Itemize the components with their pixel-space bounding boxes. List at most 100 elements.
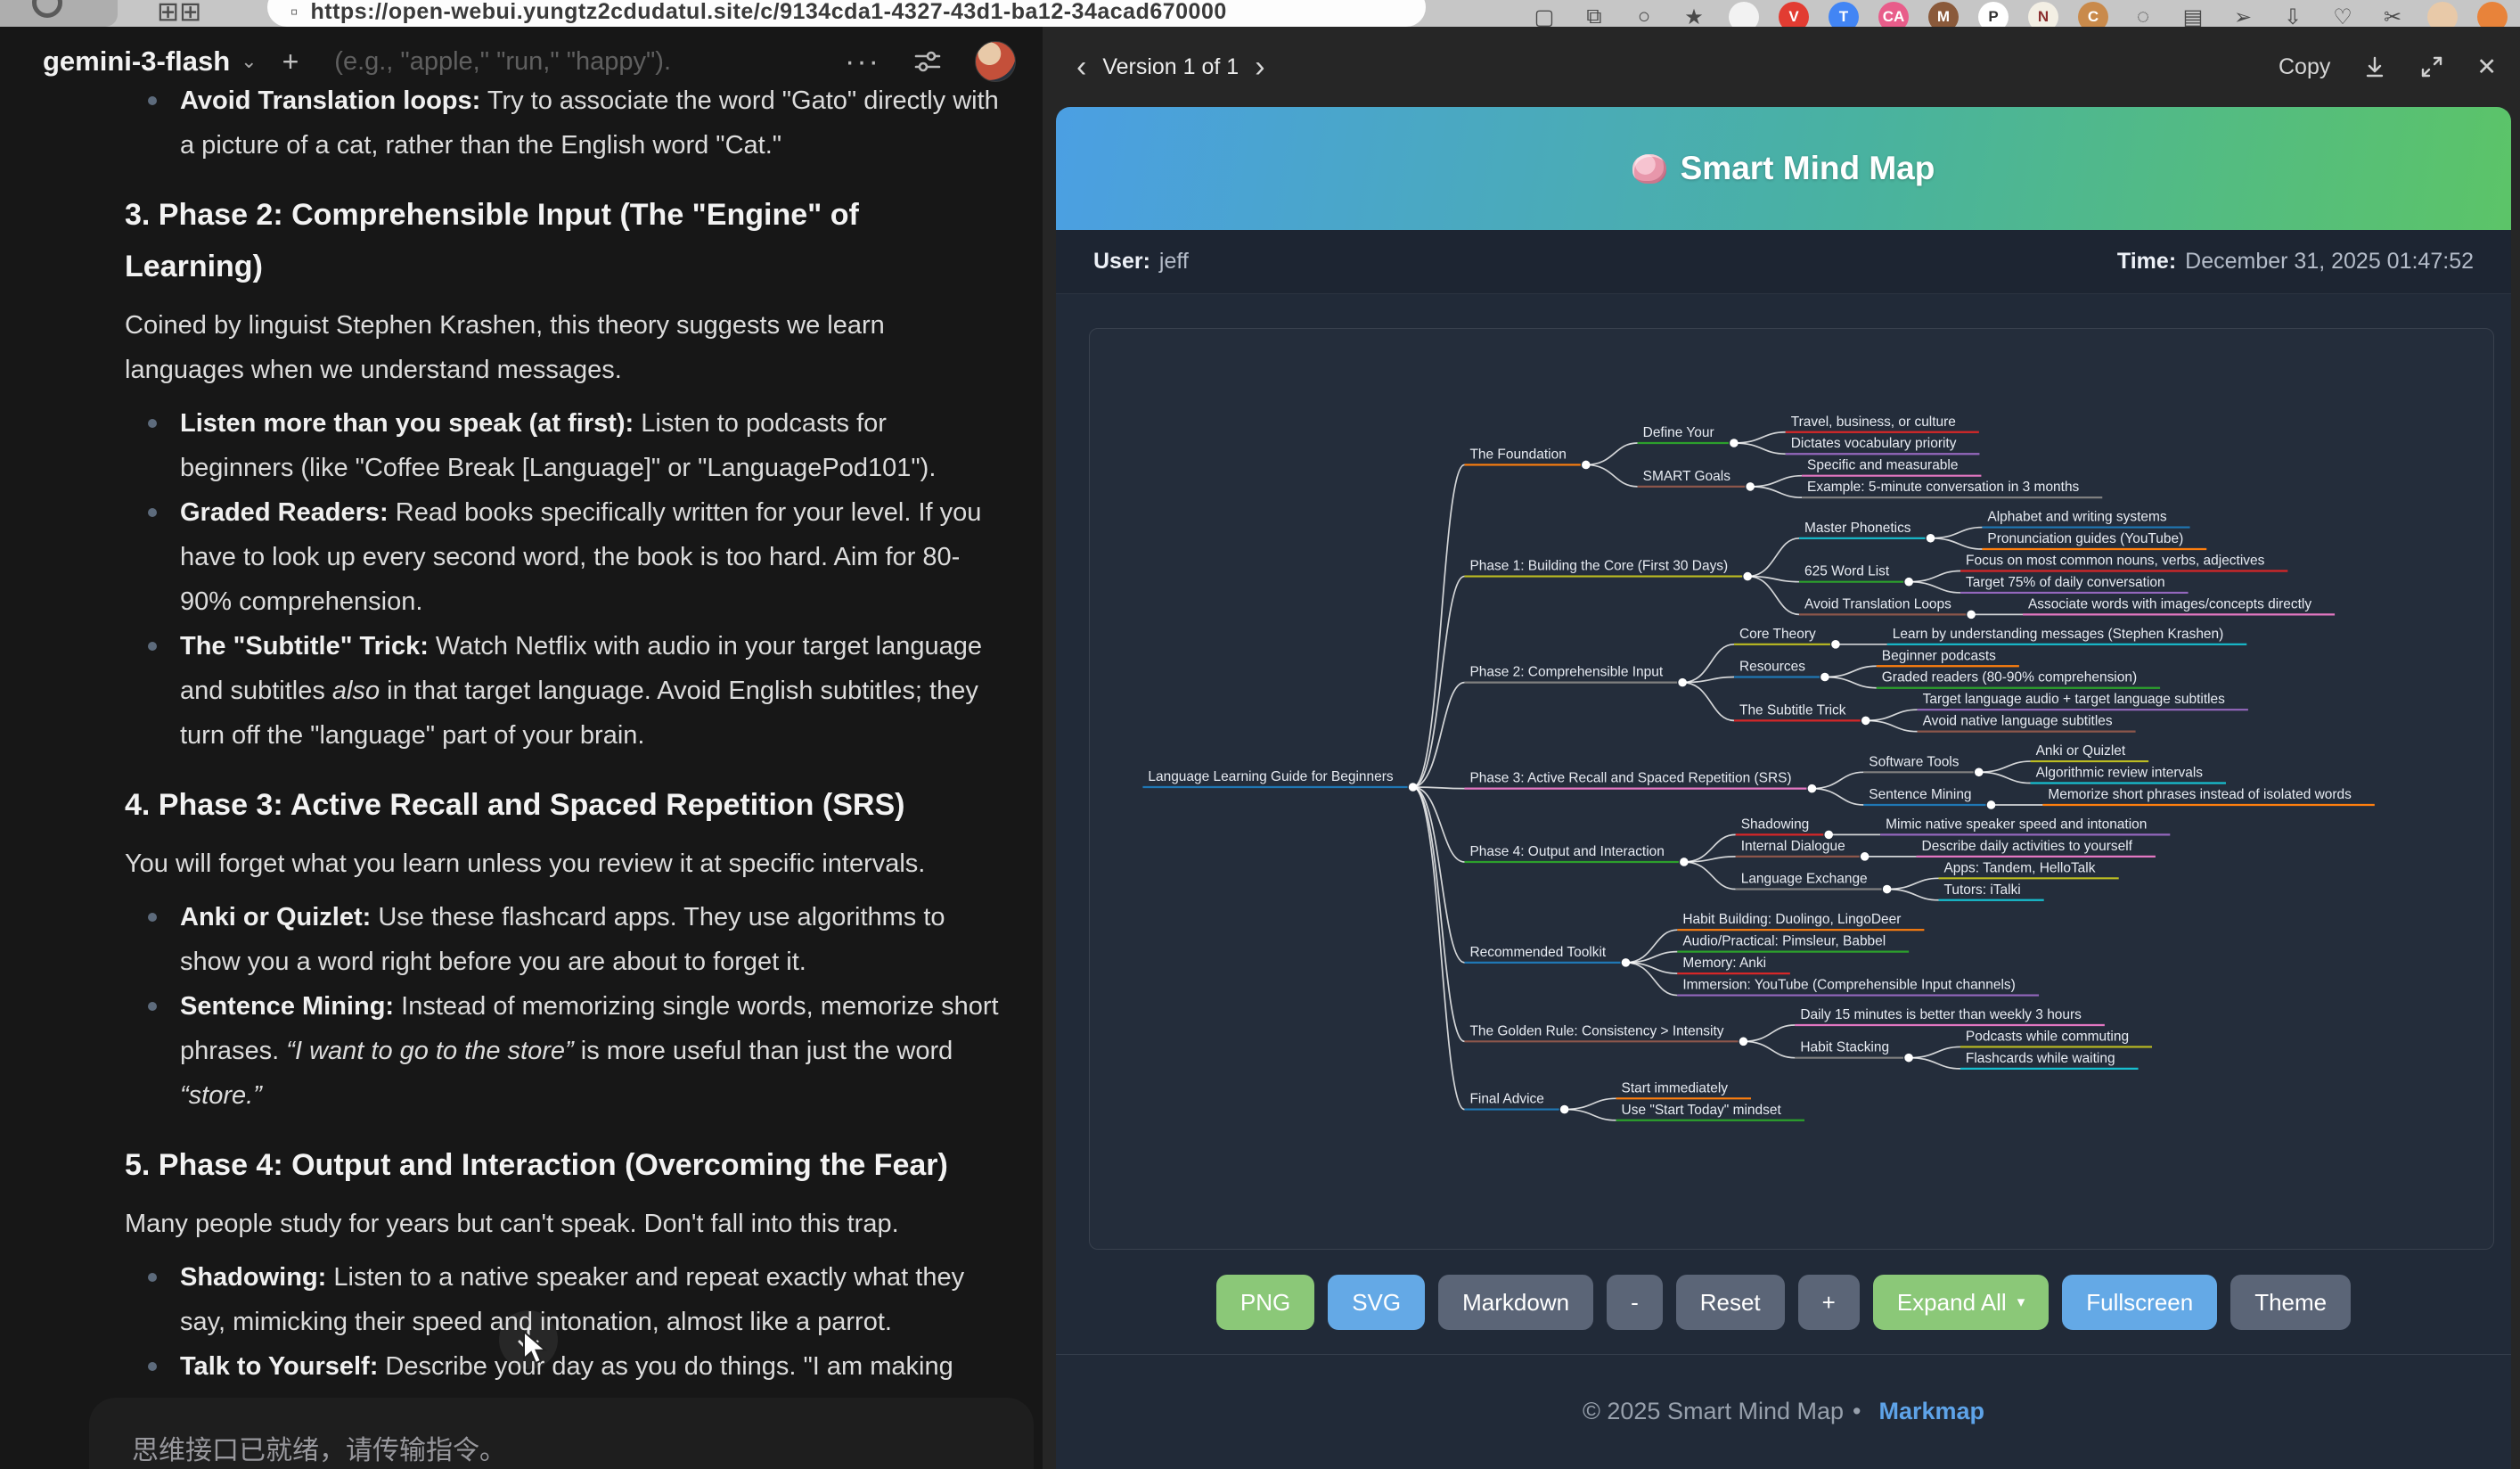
mindmap-toggle-circle[interactable]	[1904, 578, 1913, 587]
bullet-item: Sentence Mining: Instead of memorizing s…	[125, 984, 1002, 1118]
text-segment: Talk to Yourself:	[180, 1352, 378, 1381]
mindmap-toggle-circle[interactable]	[1622, 958, 1631, 967]
fullscreen-button[interactable]: Fullscreen	[2062, 1275, 2217, 1330]
v-extension-icon[interactable]: V	[1779, 2, 1809, 27]
mindmap-toggle-circle[interactable]	[1861, 852, 1870, 861]
close-icon[interactable]: ✕	[2476, 53, 2497, 81]
mindmap-toggle-circle[interactable]	[1883, 885, 1892, 894]
--button[interactable]: -	[1607, 1275, 1663, 1330]
png-button[interactable]: PNG	[1216, 1275, 1314, 1330]
mindmap-node-label: Travel, business, or culture	[1791, 414, 1956, 430]
mindmap-node-label: Mimic native speaker speed and intonatio…	[1886, 817, 2147, 832]
chat-header: gemini-3-flash ⌄ + (e.g., "apple," "run,…	[0, 27, 1043, 96]
ghost-extension-icon[interactable]: ◌	[2128, 2, 2158, 27]
ca-extension-icon[interactable]: CA	[1878, 2, 1909, 27]
bullet-dot	[148, 913, 157, 922]
mindmap-node-label: Master Phonetics	[1804, 521, 1911, 536]
share-icon[interactable]: ⧉	[1579, 2, 1609, 27]
mindmap-node-label: Apps: Tandem, HelloTalk	[1944, 860, 2096, 875]
url-text[interactable]: https://open-webui.yungtz2cdudatul.site/…	[311, 0, 1227, 25]
previous-version-button[interactable]: ‹	[1066, 50, 1097, 85]
mindmap-node-label: Use "Start Today" mindset	[1622, 1103, 1782, 1118]
search-icon[interactable]: ○	[1629, 2, 1659, 27]
scissors-extension-icon[interactable]: ✂	[2377, 2, 2408, 27]
heart-extension-icon[interactable]: ♡	[2328, 2, 2358, 27]
mindmap-toggle-circle[interactable]	[1831, 640, 1840, 649]
expand-all-button[interactable]: Expand All▾	[1873, 1275, 2049, 1330]
profile-avatar-icon[interactable]	[2427, 2, 2458, 27]
footer-copyright: © 2025 Smart Mind Map	[1583, 1398, 1844, 1424]
mindmap-node-label: Associate words with images/concepts dir…	[2028, 596, 2311, 611]
screenshot-stage: ⊞⊞ ▫ https://open-webui.yungtz2cdudatul.…	[0, 0, 2520, 1469]
mindmap-node-label: Target language audio + target language …	[1923, 692, 2226, 707]
address-bar[interactable]: ▫ https://open-webui.yungtz2cdudatul.sit…	[267, 0, 1426, 27]
mindmap-toggle-circle[interactable]	[1739, 1038, 1748, 1046]
bullet-item: Listen more than you speak (at first): L…	[125, 401, 1002, 490]
flame-extension-icon[interactable]	[2477, 2, 2508, 27]
time-label: Time:	[2117, 249, 2176, 275]
mask-extension-icon[interactable]	[1729, 2, 1759, 27]
mindmap-card: Smart Mind Map User: jeff Time: December…	[1056, 107, 2511, 1469]
copy-button[interactable]: Copy	[2279, 54, 2330, 80]
fullscreen-expand-icon[interactable]	[2419, 54, 2444, 79]
new-chat-button[interactable]: +	[282, 45, 299, 78]
mindmap-link	[1743, 1025, 1795, 1041]
sidepanel-icon[interactable]: ▤	[2178, 2, 2208, 27]
bookmark-star-icon[interactable]: ★	[1679, 2, 1709, 27]
bullet-item: Anki or Quizlet: Use these flashcard app…	[125, 895, 1002, 984]
mindmap-toggle-circle[interactable]	[1967, 611, 1976, 620]
text-segment: “store.”	[180, 1081, 262, 1110]
panda-extension-icon[interactable]: P	[1978, 2, 2009, 27]
translate-extension-icon[interactable]: T	[1829, 2, 1859, 27]
chevron-down-icon[interactable]: ⌄	[241, 50, 257, 73]
mindmap-toggle-circle[interactable]	[1680, 858, 1689, 866]
svg-button[interactable]: SVG	[1328, 1275, 1425, 1330]
mindmap-toggle-circle[interactable]	[1746, 482, 1755, 491]
more-options-icon[interactable]: ···	[845, 45, 880, 79]
mindmap-toggle-circle[interactable]	[1904, 1054, 1913, 1063]
mindmap-toggle-circle[interactable]	[1582, 461, 1591, 470]
controls-sliders-icon[interactable]	[912, 46, 943, 77]
--button[interactable]: +	[1798, 1275, 1860, 1330]
reset-button[interactable]: Reset	[1676, 1275, 1785, 1330]
user-avatar[interactable]	[975, 41, 1016, 82]
mindmap-toggle-circle[interactable]	[1678, 678, 1687, 687]
button-label: SVG	[1352, 1289, 1401, 1317]
mindmap-link	[1413, 577, 1465, 787]
mindmap-link	[1682, 683, 1734, 721]
mindmap-toggle-circle[interactable]	[1808, 784, 1817, 793]
chat-input[interactable]: 思维接口已就绪，请传输指令。	[89, 1398, 1034, 1469]
paragraph: Coined by linguist Stephen Krashen, this…	[125, 303, 1002, 392]
next-version-button[interactable]: ›	[1244, 50, 1275, 85]
button-label: Reset	[1700, 1289, 1761, 1317]
markdown-button[interactable]: Markdown	[1438, 1275, 1593, 1330]
mindmap-toggle-circle[interactable]	[1975, 767, 1984, 776]
mindmap-node-label: Phase 2: Comprehensible Input	[1469, 665, 1663, 680]
cookie-extension-icon[interactable]: C	[2078, 2, 2108, 27]
pointer-icon[interactable]: ➢	[2228, 2, 2258, 27]
mindmap-toggle-circle[interactable]	[1987, 800, 1996, 809]
download-icon[interactable]	[2362, 54, 2387, 79]
notebook-extension-icon[interactable]: N	[2028, 2, 2058, 27]
model-selector[interactable]: gemini-3-flash	[43, 45, 230, 78]
mindmap-toggle-circle[interactable]	[1730, 439, 1739, 447]
mindmap-toggle-circle[interactable]	[1743, 572, 1752, 581]
split-view-icon[interactable]: ▢	[1529, 2, 1559, 27]
theme-button[interactable]: Theme	[2230, 1275, 2351, 1330]
mindmap-canvas[interactable]: Language Learning Guide for BeginnersThe…	[1089, 328, 2494, 1250]
mindmap-link	[1825, 666, 1877, 677]
mindmap-toggle-circle[interactable]	[1927, 534, 1935, 543]
mindmap-svg[interactable]: Language Learning Guide for BeginnersThe…	[1090, 329, 2493, 1249]
card-footer: © 2025 Smart Mind Map•Markmap	[1056, 1398, 2511, 1425]
monkey-extension-icon[interactable]: M	[1928, 2, 1959, 27]
mindmap-toggle-circle[interactable]	[1560, 1105, 1569, 1114]
button-label: -	[1631, 1289, 1639, 1317]
mindmap-toggle-circle[interactable]	[1824, 831, 1833, 840]
download-extension-icon[interactable]: ⇩	[2278, 2, 2308, 27]
mindmap-toggle-circle[interactable]	[1820, 673, 1829, 682]
mindmap-link	[1684, 862, 1736, 890]
mindmap-toggle-circle[interactable]	[1861, 717, 1870, 726]
markmap-link[interactable]: Markmap	[1878, 1398, 1984, 1424]
mindmap-toggle-circle[interactable]	[1409, 783, 1418, 792]
tab-grid-icon[interactable]: ⊞⊞	[157, 0, 201, 27]
